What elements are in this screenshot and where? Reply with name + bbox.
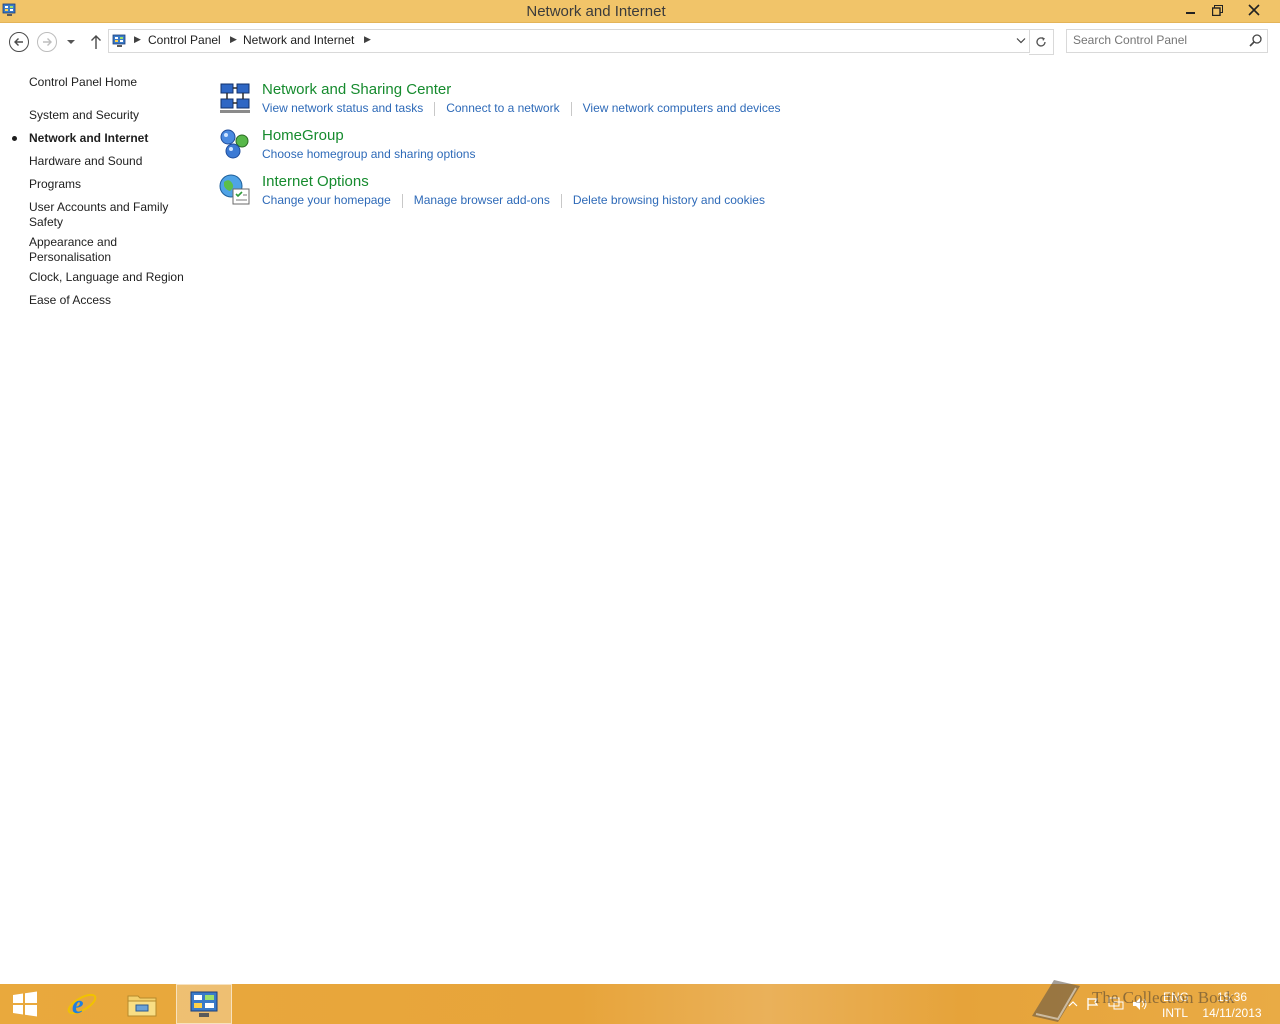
minimize-icon [1186, 12, 1195, 14]
link-divider [434, 102, 436, 116]
file-explorer-icon [127, 995, 157, 1017]
nav-system-and-security[interactable]: System and Security [29, 108, 189, 123]
nav-appearance-and-personalisation[interactable]: Appearance and Personalisation [29, 235, 129, 265]
internet-options-tasks: Change your homepage Manage browser add-… [262, 193, 765, 208]
clock-date[interactable]: 14/11/2013 [1200, 1006, 1264, 1020]
current-category-bullet [12, 136, 17, 141]
window-title: Network and Internet [526, 3, 666, 20]
keyboard-layout[interactable]: INTL [1160, 1006, 1190, 1020]
breadcrumb-control-panel[interactable]: Control Panel [148, 33, 221, 47]
link-divider [401, 194, 403, 208]
forward-arrow-icon [37, 32, 57, 52]
taskbar-internet-explorer[interactable]: e [54, 984, 110, 1024]
back-button[interactable] [8, 31, 30, 53]
homegroup-tasks: Choose homegroup and sharing options [262, 147, 475, 161]
homegroup-icon[interactable] [218, 127, 252, 161]
link-divider [560, 194, 562, 208]
nav-user-accounts-and-family-safety[interactable]: User Accounts and Family Safety [29, 200, 174, 230]
chevron-down-icon [67, 40, 75, 44]
minimize-button[interactable] [1177, 0, 1205, 20]
address-bar[interactable]: ▶ Control Panel ▶ Network and Internet ▶ [108, 29, 1030, 53]
watermark-text: The Collection Book [1092, 988, 1235, 1007]
svg-text:e: e [72, 990, 84, 1019]
control-panel-icon [190, 991, 218, 1017]
navigation-bar: ▶ Control Panel ▶ Network and Internet ▶ [0, 23, 1280, 59]
nav-network-and-internet[interactable]: Network and Internet [29, 131, 189, 146]
search-input[interactable] [1073, 30, 1238, 50]
breadcrumb-separator-icon[interactable]: ▶ [364, 34, 371, 45]
view-network-computers-link[interactable]: View network computers and devices [583, 101, 781, 116]
network-and-sharing-center-tasks: View network status and tasks Connect to… [262, 101, 781, 116]
up-button[interactable] [85, 31, 107, 53]
network-and-sharing-center-link[interactable]: Network and Sharing Center [262, 81, 451, 98]
address-history-button[interactable] [1014, 33, 1028, 49]
taskbar-control-panel[interactable] [176, 984, 232, 1024]
close-button[interactable] [1229, 0, 1279, 20]
nav-ease-of-access[interactable]: Ease of Access [29, 293, 189, 308]
taskbar-file-explorer[interactable] [114, 984, 170, 1024]
start-icon [13, 991, 37, 1017]
chevron-down-icon [1016, 38, 1026, 44]
restore-icon [1211, 4, 1223, 16]
internet-options-icon[interactable] [218, 173, 252, 207]
connect-to-network-link[interactable]: Connect to a network [446, 101, 559, 116]
breadcrumb-separator-icon[interactable]: ▶ [230, 34, 237, 45]
manage-browser-addons-link[interactable]: Manage browser add-ons [414, 193, 550, 208]
link-divider [570, 102, 572, 116]
breadcrumb-network-and-internet[interactable]: Network and Internet [243, 33, 354, 47]
network-sharing-icon[interactable] [218, 81, 252, 115]
breadcrumb-separator-icon[interactable]: ▶ [134, 34, 141, 45]
control-panel-home-link[interactable]: Control Panel Home [29, 75, 189, 90]
start-button[interactable] [0, 984, 50, 1024]
view-network-status-link[interactable]: View network status and tasks [262, 101, 423, 116]
close-icon [1248, 4, 1260, 16]
restore-button[interactable] [1203, 0, 1231, 20]
nav-clock-language-and-region[interactable]: Clock, Language and Region [29, 270, 189, 285]
internet-options-link[interactable]: Internet Options [262, 173, 369, 190]
internet-explorer-icon: e [67, 990, 97, 1019]
control-panel-icon [112, 34, 126, 47]
recent-locations-button[interactable] [63, 31, 79, 53]
forward-button[interactable] [36, 31, 58, 53]
refresh-button[interactable] [1029, 29, 1054, 55]
search-box[interactable] [1066, 29, 1268, 53]
delete-browsing-history-link[interactable]: Delete browsing history and cookies [573, 193, 765, 208]
nav-hardware-and-sound[interactable]: Hardware and Sound [29, 154, 189, 169]
search-icon[interactable] [1249, 34, 1262, 47]
refresh-icon [1036, 37, 1046, 47]
choose-homegroup-options-link[interactable]: Choose homegroup and sharing options [262, 147, 475, 161]
nav-programs[interactable]: Programs [29, 177, 189, 192]
homegroup-link[interactable]: HomeGroup [262, 127, 344, 144]
back-arrow-icon [9, 32, 29, 52]
up-arrow-icon [91, 35, 101, 49]
title-bar: Network and Internet [0, 0, 1280, 23]
change-homepage-link[interactable]: Change your homepage [262, 193, 391, 208]
